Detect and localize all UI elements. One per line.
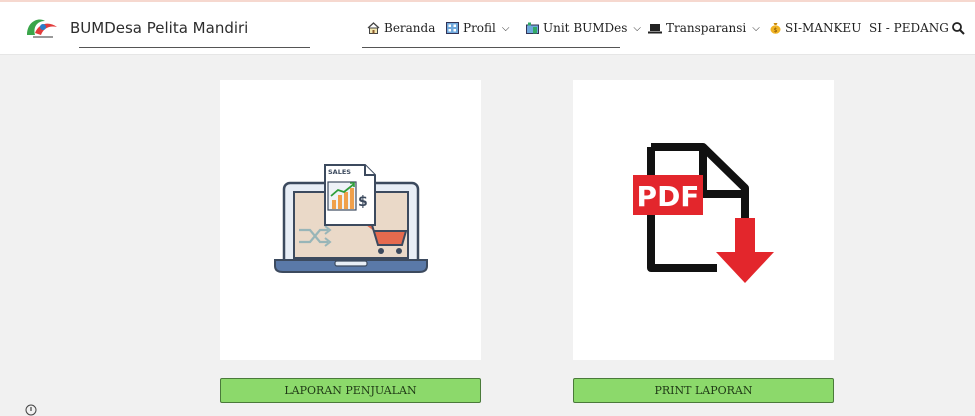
sales-report-card[interactable]: SALES $ [220,80,481,360]
home-icon [367,22,380,34]
nav-simankeu-label: SI-MANKEU [785,21,862,35]
nav-sipedang[interactable]: SI - PEDANG [869,21,949,35]
nav-unit-bumdes-label: Unit BUMDes [543,21,628,35]
nav-unit-bumdes[interactable]: Unit BUMDes ⌵ [526,21,641,35]
divider-line [362,47,620,48]
sales-report-illustration: SALES $ [274,164,428,273]
site-brand-name[interactable]: BUMDesa Pelita Mandiri [70,19,248,37]
svg-text:$: $ [774,27,778,34]
site-logo[interactable] [23,15,63,41]
nav-sipedang-label: SI - PEDANG [869,21,949,35]
chevron-down-icon: ⌵ [752,22,760,34]
doc-sales-label: SALES [328,168,351,176]
nav-home[interactable]: Beranda [367,21,435,35]
nav-transparency[interactable]: Transparansi ⌵ [648,21,760,35]
factory-icon [526,22,539,34]
money-bag-icon: $ [770,23,781,34]
print-report-button[interactable]: PRINT LAPORAN [573,378,834,403]
nav-profile-label: Profil [463,21,496,35]
print-report-card[interactable]: PDF [573,80,834,360]
pdf-label: PDF [637,180,700,213]
search-icon[interactable] [952,22,965,35]
info-icon[interactable] [25,404,37,416]
sales-report-button[interactable]: LAPORAN PENJUALAN [220,378,481,403]
nav-simankeu[interactable]: $ SI-MANKEU [770,21,861,35]
currency-symbol: $ [358,194,368,210]
pdf-download-icon: PDF [633,143,774,283]
chevron-down-icon: ⌵ [501,22,510,34]
chevron-down-icon: ⌵ [633,22,642,34]
divider-line [79,47,310,48]
building-icon [446,22,459,34]
laptop-icon [648,23,662,33]
nav-transparency-label: Transparansi [666,21,747,35]
nav-profile[interactable]: Profil ⌵ [446,21,509,35]
nav-home-label: Beranda [384,21,436,35]
